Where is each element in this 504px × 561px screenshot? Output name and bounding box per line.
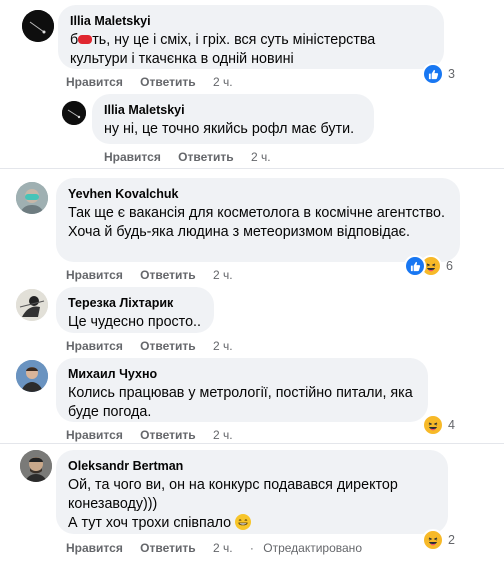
comment-actions: Нравится Ответить 2 ч. <box>66 428 247 442</box>
timestamp[interactable]: 2 ч. <box>213 428 233 442</box>
avatar[interactable] <box>20 450 52 482</box>
comment-text: Колись працював у метрології, постійно п… <box>68 385 413 420</box>
avatar-image <box>22 10 54 42</box>
comment-bubble: Михаил Чухно Колись працював у метрологі… <box>56 358 428 422</box>
like-button[interactable]: Нравится <box>66 428 123 442</box>
comment-bubble: Терезка Ліхтарик Це чудесно просто.. <box>56 287 214 333</box>
comment-bubble: Illia Maletskyi ну ні, це точно якийсь р… <box>92 94 374 144</box>
avatar-image <box>20 450 52 482</box>
grin-emoji-icon <box>235 514 252 530</box>
author-name[interactable]: Oleksandr Bertman <box>68 458 436 474</box>
censor-scribble <box>78 35 93 45</box>
comment-text: б ть, ну це і сміх, і гріх. вся суть міні… <box>70 31 432 69</box>
timestamp[interactable]: 2 ч. <box>251 150 271 164</box>
timestamp[interactable]: 2 ч. <box>213 268 233 282</box>
author-name[interactable]: Illia Maletskyi <box>70 13 432 29</box>
dot-separator: · <box>249 541 254 555</box>
reply-button[interactable]: Ответить <box>178 150 233 164</box>
comment-bubble: Illia Maletskyi б ть, ну це і сміх, і грі… <box>58 5 444 69</box>
comment-actions: Нравится Ответить 2 ч. <box>66 268 247 282</box>
reaction-count: 2 <box>448 533 455 547</box>
author-name[interactable]: Illia Maletskyi <box>104 102 362 118</box>
like-button[interactable]: Нравится <box>66 75 123 89</box>
comment-actions: Нравится Ответить 2 ч. <box>66 339 247 353</box>
reaction-count: 3 <box>448 67 455 81</box>
thread-divider <box>0 168 504 169</box>
avatar[interactable] <box>22 10 54 42</box>
avatar-image <box>16 182 48 214</box>
avatar[interactable] <box>16 289 48 321</box>
reply-button[interactable]: Ответить <box>140 339 195 353</box>
thread-divider <box>0 443 504 444</box>
haha-icon <box>422 414 444 436</box>
timestamp[interactable]: 2 ч. <box>213 75 233 89</box>
author-name[interactable]: Михаил Чухно <box>68 366 416 382</box>
comment-text: Це чудесно просто.. <box>68 314 201 330</box>
comment-actions: Нравится Ответить 2 ч. <box>104 150 285 164</box>
like-button[interactable]: Нравится <box>66 268 123 282</box>
reply-button[interactable]: Ответить <box>140 268 195 282</box>
like-icon <box>422 63 444 85</box>
author-name[interactable]: Терезка Ліхтарик <box>68 295 202 311</box>
author-name[interactable]: Yevhen Kovalchuk <box>68 186 448 202</box>
avatar-image <box>62 101 86 125</box>
avatar[interactable] <box>62 101 86 125</box>
comment-text: Так ще є вакансія для косметолога в косм… <box>68 205 445 240</box>
comment-bubble: Yevhen Kovalchuk Так ще є вакансія для к… <box>56 178 460 262</box>
comment-text-prefix: б <box>70 32 79 48</box>
comment-text: Ой, та чого ви, он на конкурс подавався … <box>68 477 398 512</box>
avatar-image <box>16 360 48 392</box>
avatar[interactable] <box>16 182 48 214</box>
comment-text: ну ні, це точно якийсь рофл має бути. <box>104 121 355 137</box>
reaction-summary[interactable]: 6 <box>404 255 453 277</box>
edited-label[interactable]: Отредактировано <box>263 541 362 555</box>
avatar[interactable] <box>16 360 48 392</box>
reply-button[interactable]: Ответить <box>140 541 195 555</box>
comment-text-body: ть, ну це і сміх, і гріх. вся суть мініс… <box>70 32 376 67</box>
like-icon <box>404 255 426 277</box>
timestamp[interactable]: 2 ч. <box>213 339 233 353</box>
avatar-image <box>16 289 48 321</box>
reaction-count: 4 <box>448 418 455 432</box>
reaction-count: 6 <box>446 259 453 273</box>
haha-icon <box>422 529 444 551</box>
comment-text-body: А тут хоч трохи співпало <box>68 515 232 531</box>
reaction-summary[interactable]: 2 <box>422 529 455 551</box>
reaction-summary[interactable]: 3 <box>422 63 455 85</box>
reply-button[interactable]: Ответить <box>140 428 195 442</box>
like-button[interactable]: Нравится <box>104 150 161 164</box>
comment-text-line2: А тут хоч трохи співпало <box>68 514 436 533</box>
reply-button[interactable]: Ответить <box>140 75 195 89</box>
reaction-summary[interactable]: 4 <box>422 414 455 436</box>
like-button[interactable]: Нравится <box>66 339 123 353</box>
comment-actions: Нравится Ответить 2 ч. · Отредактировано <box>66 541 362 555</box>
comment-bubble: Oleksandr Bertman Ой, та чого ви, он на … <box>56 450 448 534</box>
like-button[interactable]: Нравится <box>66 541 123 555</box>
comment-actions: Нравится Ответить 2 ч. <box>66 75 247 89</box>
timestamp[interactable]: 2 ч. <box>213 541 233 555</box>
